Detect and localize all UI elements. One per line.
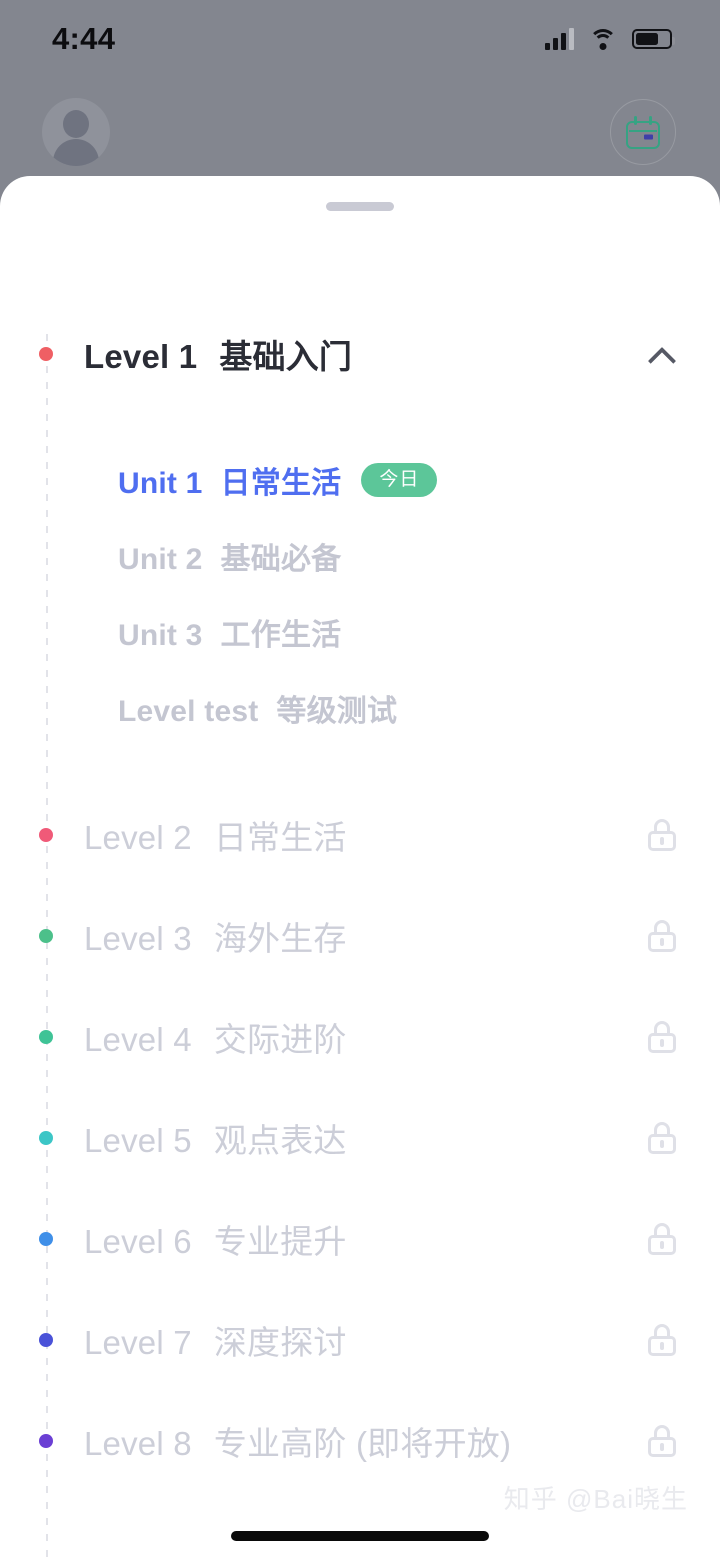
calendar-button[interactable] [610,99,676,165]
level-title: 日常生活 [213,818,347,856]
level-title: 专业高阶 (即将开放) [213,1424,512,1462]
level-row-expanded[interactable]: Level 1 基础入门 [0,304,720,404]
unit-name: Level test [118,695,259,728]
level-name: Level 8 [84,1424,192,1462]
unit-title: 工作生活 [220,619,342,652]
level-dot [39,928,53,943]
level-dot [39,1332,53,1347]
level-row-locked[interactable]: Level 7 深度探讨 [0,1289,720,1390]
level-row-locked[interactable]: Level 8 专业高阶 (即将开放) [0,1390,720,1491]
home-indicator-bar[interactable] [231,1531,489,1541]
level-name: Level 2 [84,818,192,856]
level-name: Level 7 [84,1323,192,1361]
unit-label: Unit 3 工作生活 [118,610,341,654]
level-list: Level 1 基础入门 Unit 1 日常生活 今日 Unit 2 基础必备 Uni… [0,304,720,1491]
level-row-locked[interactable]: Level 4 交际进阶 [0,986,720,1087]
level-name: Level 1 [84,338,198,375]
level-title: 专业提升 [213,1222,347,1260]
level-dot [39,1231,53,1246]
level-row-locked[interactable]: Level 2 日常生活 [0,784,720,885]
level-label: Level 7 深度探讨 [84,1316,347,1364]
status-bar-time: 4:44 [52,21,116,56]
unit-row-level-test[interactable]: Level test 等级测试 [34,670,720,746]
level-label: Level 6 专业提升 [84,1215,347,1263]
avatar-placeholder-icon[interactable] [42,98,110,166]
battery-icon [632,29,675,49]
unit-name: Unit 1 [118,467,203,500]
unit-title: 等级测试 [276,695,398,728]
level-label: Level 2 日常生活 [84,811,347,859]
lock-icon [648,1121,676,1154]
today-badge: 今日 [361,463,438,497]
level-name: Level 4 [84,1020,192,1058]
unit-title: 日常生活 [220,467,342,500]
level-label: Level 8 专业高阶 (即将开放) [84,1417,511,1465]
unit-row[interactable]: Unit 3 工作生活 [34,594,720,670]
level-dot [39,1433,53,1448]
level-name: Level 5 [84,1121,192,1159]
status-bar-indicators [545,28,675,50]
cellular-signal-icon [545,28,574,50]
level-title: 观点表达 [213,1121,347,1159]
level-title: 交际进阶 [213,1020,347,1058]
level-dot [39,347,53,361]
level-name: Level 6 [84,1222,192,1260]
drag-handle[interactable] [326,202,394,211]
app-header [0,88,720,176]
unit-row[interactable]: Unit 1 日常生活 今日 [34,442,720,518]
level-dot [39,827,53,842]
level-title: 基础入门 [219,338,353,375]
level-row-locked[interactable]: Level 5 观点表达 [0,1087,720,1188]
unit-name: Unit 3 [118,619,203,652]
watermark: 知乎 @Bai晓生 [503,1484,688,1514]
lock-icon [648,1020,676,1053]
lock-icon [648,818,676,851]
level-title: 海外生存 [213,919,347,957]
unit-title: 基础必备 [220,543,342,576]
unit-label: Unit 1 日常生活 [118,458,341,502]
level-row-locked[interactable]: Level 3 海外生存 [0,885,720,986]
chevron-up-icon[interactable] [648,340,676,368]
lock-icon [648,919,676,952]
level-row-locked[interactable]: Level 6 专业提升 [0,1188,720,1289]
unit-label: Level test 等级测试 [118,686,397,730]
course-bottom-sheet: Level 1 基础入门 Unit 1 日常生活 今日 Unit 2 基础必备 Uni… [0,176,720,1558]
level-dot [39,1029,53,1044]
lock-icon [648,1323,676,1356]
calendar-icon [626,115,660,149]
level-name: Level 3 [84,919,192,957]
unit-list: Unit 1 日常生活 今日 Unit 2 基础必备 Unit 3 工作生活 Leve… [0,442,720,746]
level-title: 深度探讨 [213,1323,347,1361]
wifi-icon [589,28,617,50]
unit-name: Unit 2 [118,543,203,576]
level-label: Level 4 交际进阶 [84,1013,347,1061]
locked-level-list: Level 2 日常生活 Level 3 海外生存 Level 4 交际进阶 L… [0,784,720,1491]
unit-row[interactable]: Unit 2 基础必备 [34,518,720,594]
level-dot [39,1130,53,1145]
lock-icon [648,1222,676,1255]
phone-screen: 4:44 Level 1 基础入门 Unit 1 日常生活 今日 Unit 2 … [0,0,720,1558]
lock-icon [648,1424,676,1457]
level-label: Level 5 观点表达 [84,1114,347,1162]
level-label: Level 1 基础入门 [84,330,352,378]
level-label: Level 3 海外生存 [84,912,347,960]
status-bar: 4:44 [0,0,720,78]
unit-label: Unit 2 基础必备 [118,534,341,578]
